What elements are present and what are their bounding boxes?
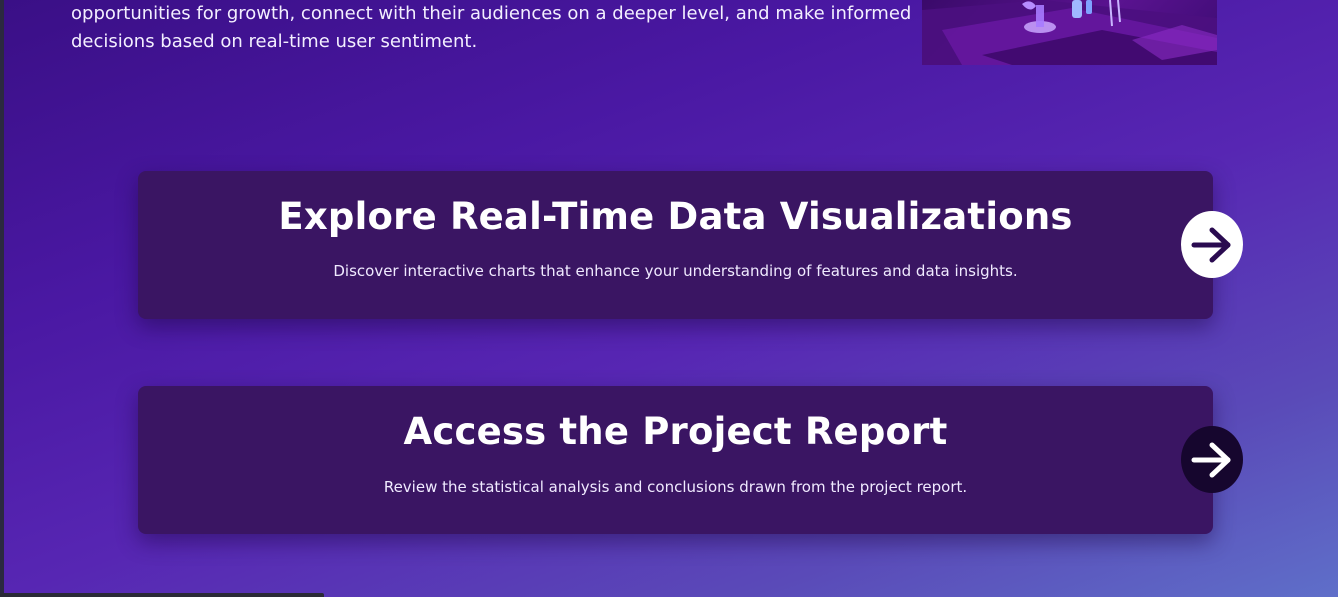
- arrow-right-icon: [1191, 442, 1231, 477]
- intro-line-2: decisions based on real-time user sentim…: [71, 31, 478, 52]
- card-description: Discover interactive charts that enhance…: [333, 262, 1018, 280]
- intro-paragraph: opportunities for growth, connect with t…: [71, 0, 912, 56]
- horizontal-scrollbar[interactable]: [0, 593, 324, 597]
- isometric-illustration-icon: [922, 0, 1217, 65]
- card-description: Review the statistical analysis and conc…: [383, 478, 968, 496]
- intro-line-1: opportunities for growth, connect with t…: [71, 3, 912, 24]
- window-left-edge: [0, 0, 4, 597]
- card-title: Explore Real-Time Data Visualizations: [278, 195, 1073, 238]
- card-title: Access the Project Report: [403, 410, 948, 453]
- project-report-card[interactable]: Access the Project Report Review the sta…: [138, 386, 1213, 534]
- hero-illustration: [922, 0, 1217, 65]
- data-visualizations-arrow-button[interactable]: [1181, 211, 1243, 278]
- project-report-arrow-button[interactable]: [1181, 426, 1243, 493]
- data-visualizations-card[interactable]: Explore Real-Time Data Visualizations Di…: [138, 171, 1213, 319]
- arrow-right-icon: [1191, 227, 1231, 262]
